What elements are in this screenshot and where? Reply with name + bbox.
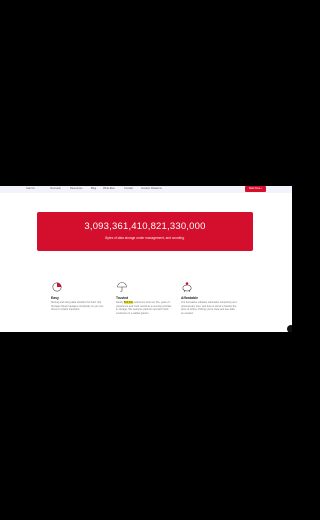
site-logo[interactable]: Gait Co (26, 187, 35, 190)
umbrella-icon (117, 282, 127, 292)
piggy-bank-icon (182, 282, 192, 292)
feature-title: Affordable (181, 296, 198, 300)
top-navigation-bar: Gait Co Overview Resources Blog What Els… (0, 186, 292, 193)
feature-description: Our innovative software eliminates compl… (181, 301, 237, 315)
nav-link-overview[interactable]: Overview (50, 187, 61, 190)
nav-link-blog[interactable]: Blog (91, 187, 96, 190)
chat-widget-button[interactable] (287, 325, 292, 332)
feature-description: Nearly 500,000 customers trust our 15+ y… (116, 301, 172, 315)
web-page-screenshot: Gait Co Overview Resources Blog What Els… (0, 186, 292, 332)
nav-link-contact[interactable]: Contact (124, 187, 133, 190)
storage-bytes-caption: Bytes of data storage under management, … (105, 236, 185, 240)
nav-link-investor-relations[interactable]: Investor Relations (141, 187, 162, 190)
feature-title: Easy (51, 296, 59, 300)
pie-chart-icon (52, 282, 62, 292)
storage-bytes-counter: 3,093,361,410,821,330,000 (84, 221, 206, 232)
feature-title: Trusted (116, 296, 129, 300)
nav-link-resources[interactable]: Resources (70, 187, 82, 190)
stats-banner: 3,093,361,410,821,330,000 Bytes of data … (37, 212, 253, 251)
feature-description: Storing and using data shouldn't be hard… (51, 301, 104, 311)
start-free-button[interactable]: Start Free › (244, 186, 266, 192)
nav-link-what-else[interactable]: What Else (103, 187, 115, 190)
